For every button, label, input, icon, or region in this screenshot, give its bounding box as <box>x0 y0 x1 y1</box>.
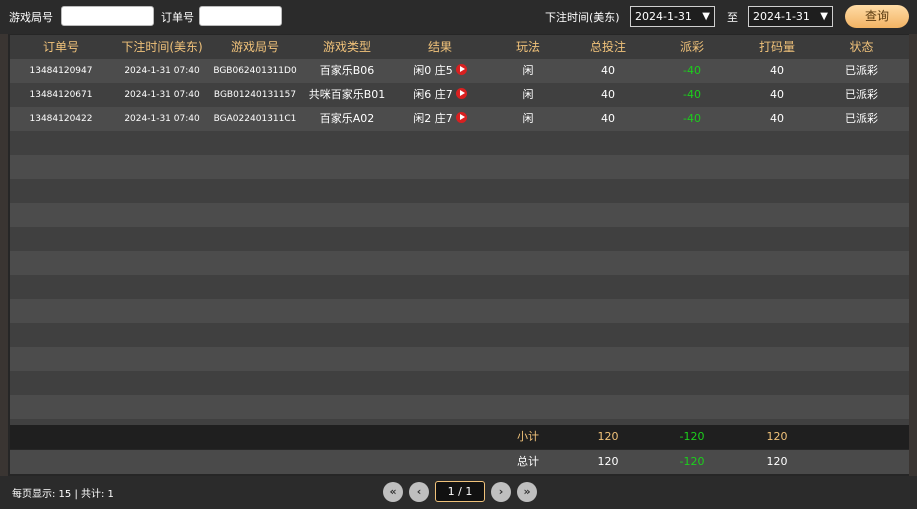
cell-bet-time: 2024-1-31 07:40 <box>124 66 200 76</box>
empty-row <box>10 299 909 323</box>
table-row[interactable]: 13484120947 2024-1-31 07:40 BGB062401311… <box>10 59 909 83</box>
first-page-icon[interactable]: « <box>383 482 403 502</box>
empty-row <box>10 155 909 179</box>
cell-status: 已派彩 <box>845 64 878 77</box>
play-icon[interactable] <box>455 88 467 99</box>
date-to-value: 2024-1-31 <box>753 10 810 23</box>
header-bet-time: 下注时间(美东) <box>121 40 203 54</box>
last-page-icon[interactable]: » <box>517 482 537 502</box>
right-border <box>909 0 917 509</box>
empty-row <box>10 371 909 395</box>
prev-page-icon[interactable]: ‹ <box>409 482 429 502</box>
cell-payout: -40 <box>683 64 701 77</box>
empty-row <box>10 347 909 371</box>
total-row: 总计 120 -120 120 <box>10 450 909 474</box>
header-game-round: 游戏局号 <box>230 40 279 54</box>
header-result: 结果 <box>427 40 452 54</box>
cell-result: 闲0 庄5 <box>396 59 484 83</box>
header-game-type: 游戏类型 <box>322 40 371 54</box>
result-text: 闲2 庄7 <box>413 112 453 125</box>
cell-play: 闲 <box>522 88 534 101</box>
total-label: 总计 <box>517 455 539 468</box>
result-text: 闲6 庄7 <box>413 88 453 101</box>
cell-total-bet: 40 <box>601 64 615 77</box>
cell-turnover: 40 <box>770 64 784 77</box>
game-round-label: 游戏局号 <box>9 11 53 24</box>
order-no-input[interactable] <box>199 6 282 26</box>
empty-row <box>10 251 909 275</box>
cell-game-round: BGB062401311D0 <box>213 66 297 76</box>
page-indicator[interactable]: 1 / 1 <box>435 481 485 502</box>
empty-row <box>10 131 909 155</box>
subtotal-bet: 120 <box>597 430 619 443</box>
date-to-select[interactable]: 2024-1-31 ▼ <box>748 6 833 27</box>
next-page-icon[interactable]: › <box>491 482 511 502</box>
total-payout: -120 <box>679 455 705 468</box>
cell-order-no: 13484120671 <box>29 90 93 100</box>
to-label: 至 <box>727 11 738 24</box>
query-button[interactable]: 查询 <box>845 5 909 28</box>
dropdown-arrow-icon: ▼ <box>702 11 710 22</box>
report-panel: 游戏局号 订单号 下注时间(美东) 2024-1-31 ▼ 至 2024-1-3… <box>0 0 917 509</box>
empty-row <box>10 203 909 227</box>
empty-row <box>10 395 909 419</box>
cell-game-type: 共咪百家乐B01 <box>308 88 386 101</box>
cell-result: 闲6 庄7 <box>396 83 484 107</box>
header-status: 状态 <box>849 40 874 54</box>
cell-game-round: BGA022401311C1 <box>213 114 297 124</box>
pagination-bar: 每页显示: 15 | 共计: 1 « ‹ 1 / 1 › » <box>0 476 917 509</box>
cell-total-bet: 40 <box>601 88 615 101</box>
game-round-input[interactable] <box>61 6 154 26</box>
cell-result: 闲2 庄7 <box>396 107 484 131</box>
subtotal-payout: -120 <box>679 430 705 443</box>
total-bet: 120 <box>597 455 619 468</box>
cell-total-bet: 40 <box>601 112 615 125</box>
page-info: 每页显示: 15 | 共计: 1 <box>12 489 114 500</box>
time-label: 下注时间(美东) <box>545 11 620 24</box>
left-border <box>0 0 8 509</box>
play-icon[interactable] <box>455 112 467 123</box>
filter-bar: 游戏局号 订单号 下注时间(美东) 2024-1-31 ▼ 至 2024-1-3… <box>0 0 917 34</box>
table-row[interactable]: 13484120422 2024-1-31 07:40 BGA022401311… <box>10 107 909 131</box>
table-header: 订单号 下注时间(美东) 游戏局号 游戏类型 结果 玩法 总投注 派彩 打码量 … <box>10 35 909 59</box>
result-text: 闲0 庄5 <box>413 64 453 77</box>
date-from-select[interactable]: 2024-1-31 ▼ <box>630 6 715 27</box>
cell-turnover: 40 <box>770 112 784 125</box>
cell-turnover: 40 <box>770 88 784 101</box>
cell-bet-time: 2024-1-31 07:40 <box>124 90 200 100</box>
header-play: 玩法 <box>515 40 540 54</box>
header-total-bet: 总投注 <box>589 40 626 54</box>
empty-row <box>10 227 909 251</box>
empty-row <box>10 179 909 203</box>
header-order-no: 订单号 <box>42 40 79 54</box>
empty-row <box>10 275 909 299</box>
table-row[interactable]: 13484120671 2024-1-31 07:40 BGB012401311… <box>10 83 909 107</box>
cell-status: 已派彩 <box>845 88 878 101</box>
cell-order-no: 13484120422 <box>29 114 93 124</box>
cell-game-type: 百家乐A02 <box>319 112 375 125</box>
cell-play: 闲 <box>522 64 534 77</box>
cell-payout: -40 <box>683 88 701 101</box>
cell-game-type: 百家乐B06 <box>319 64 375 77</box>
total-turnover: 120 <box>766 455 788 468</box>
subtotal-row: 小计 120 -120 120 <box>10 425 909 449</box>
header-turnover: 打码量 <box>758 40 795 54</box>
subtotal-turnover: 120 <box>766 430 788 443</box>
header-payout: 派彩 <box>679 40 704 54</box>
empty-row <box>10 323 909 347</box>
cell-play: 闲 <box>522 112 534 125</box>
subtotal-label: 小计 <box>517 430 539 443</box>
cell-order-no: 13484120947 <box>29 66 93 76</box>
cell-game-round: BGB01240131157 <box>213 90 297 100</box>
cell-payout: -40 <box>683 112 701 125</box>
date-from-value: 2024-1-31 <box>635 10 692 23</box>
cell-status: 已派彩 <box>845 112 878 125</box>
cell-bet-time: 2024-1-31 07:40 <box>124 114 200 124</box>
play-icon[interactable] <box>455 64 467 75</box>
order-no-label: 订单号 <box>161 11 194 24</box>
dropdown-arrow-icon: ▼ <box>820 11 828 22</box>
